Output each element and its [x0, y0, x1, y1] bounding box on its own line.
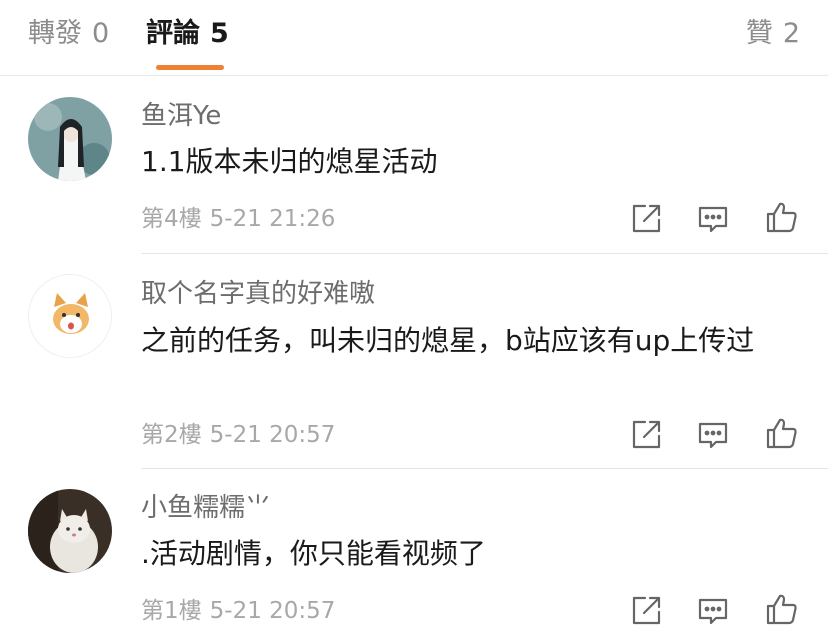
comment-text: 之前的任务，叫未归的熄星，b站应该有up上传过 — [141, 324, 755, 357]
comment-text: 1.1版本未归的熄星活动 — [141, 145, 438, 178]
tab-likes-label: 贊 — [745, 18, 773, 49]
avatar[interactable] — [28, 97, 112, 181]
tab-comments-count: 5 — [210, 18, 229, 49]
comment-text: .活动剧情，你只能看视频了 — [141, 537, 486, 570]
comment-icon[interactable] — [696, 202, 730, 236]
comment-username[interactable]: 鱼洱Ye — [141, 99, 221, 133]
tab-reposts-label: 轉發 — [28, 18, 82, 49]
comment-tabs: 轉發 0 評論 5 贊2 — [0, 0, 828, 76]
comment-meta: 第2樓 5-21 20:57 — [141, 420, 335, 450]
like-icon[interactable] — [765, 200, 799, 234]
avatar[interactable] — [28, 274, 112, 358]
repost-icon[interactable] — [629, 594, 663, 628]
like-icon[interactable] — [765, 592, 799, 626]
tab-comments-label: 評論 — [146, 18, 200, 49]
comment-floor: 第1樓 — [141, 598, 202, 624]
comment-floor: 第4樓 — [141, 206, 202, 232]
divider — [141, 468, 828, 469]
avatar[interactable] — [28, 489, 112, 573]
comment-meta: 第1樓 5-21 20:57 — [141, 596, 335, 626]
tab-reposts-count: 0 — [92, 18, 110, 49]
comment-floor: 第2樓 — [141, 422, 202, 448]
comment-time: 5-21 20:57 — [209, 598, 336, 624]
repost-icon[interactable] — [629, 418, 663, 452]
repost-icon[interactable] — [629, 202, 663, 236]
tab-comments[interactable]: 評論 5 — [146, 14, 229, 54]
active-tab-indicator — [156, 65, 224, 70]
tab-reposts[interactable]: 轉發 0 — [28, 14, 109, 54]
comment-username[interactable]: 取个名字真的好难嗷 — [141, 277, 375, 311]
like-icon[interactable] — [765, 416, 799, 450]
tab-likes-count: 2 — [782, 18, 800, 49]
tab-likes[interactable]: 贊2 — [746, 14, 800, 54]
comment-username[interactable]: 小鱼糯糯⺌ — [141, 491, 271, 525]
comment-meta: 第4樓 5-21 21:26 — [141, 204, 335, 234]
comment-icon[interactable] — [696, 418, 730, 452]
comment-time: 5-21 21:26 — [209, 206, 336, 232]
comment-time: 5-21 20:57 — [209, 422, 336, 448]
comment-icon[interactable] — [696, 594, 730, 628]
divider — [141, 253, 828, 254]
